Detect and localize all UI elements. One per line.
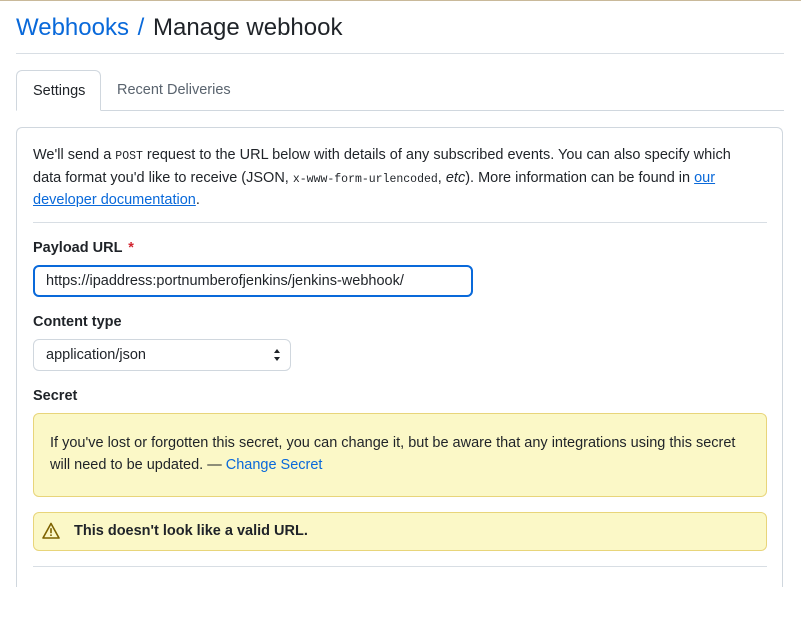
alert-icon (42, 522, 60, 539)
invalid-url-warning: This doesn't look like a valid URL. (33, 512, 767, 551)
tab-recent-deliveries[interactable]: Recent Deliveries (101, 70, 247, 110)
select-caret-icon (274, 349, 280, 361)
settings-panel: We'll send a POST request to the URL bel… (16, 127, 783, 587)
page-header: Webhooks / Manage webhook (16, 13, 342, 43)
intro-text-part: ). More information can be found in (465, 169, 695, 186)
breadcrumb-separator: / (137, 14, 145, 41)
required-mark: * (128, 240, 134, 256)
secret-notice-text: If you've lost or forgotten this secret,… (50, 435, 736, 473)
content-type-selected: application/json (46, 347, 146, 363)
payload-url-input[interactable] (33, 265, 473, 297)
breadcrumb-webhooks-link[interactable]: Webhooks (16, 14, 129, 41)
etc-text: etc (445, 169, 466, 186)
secret-label: Secret (33, 388, 78, 404)
payload-url-label-text: Payload URL (33, 240, 123, 256)
bottom-divider (33, 566, 767, 567)
payload-url-label: Payload URL * (33, 240, 134, 256)
page-title: Manage webhook (152, 14, 343, 41)
content-type-select[interactable]: application/json (33, 339, 291, 371)
warning-text: This doesn't look like a valid URL. (74, 523, 308, 539)
tab-bar: Settings Recent Deliveries (16, 70, 784, 111)
intro-text: We'll send a POST request to the URL bel… (33, 145, 757, 211)
content-type-label: Content type (33, 314, 122, 330)
header-divider (16, 53, 784, 54)
section-divider (33, 222, 767, 223)
intro-text-part: . (195, 192, 200, 209)
format-code: x-www-form-urlencoded (292, 172, 438, 186)
intro-text-part: , (437, 169, 446, 186)
secret-notice: If you've lost or forgotten this secret,… (33, 413, 767, 497)
intro-text-part: We'll send a (33, 147, 116, 163)
tab-settings[interactable]: Settings (16, 70, 101, 111)
change-secret-link[interactable]: Change Secret (226, 457, 323, 473)
post-code: POST (115, 150, 143, 163)
